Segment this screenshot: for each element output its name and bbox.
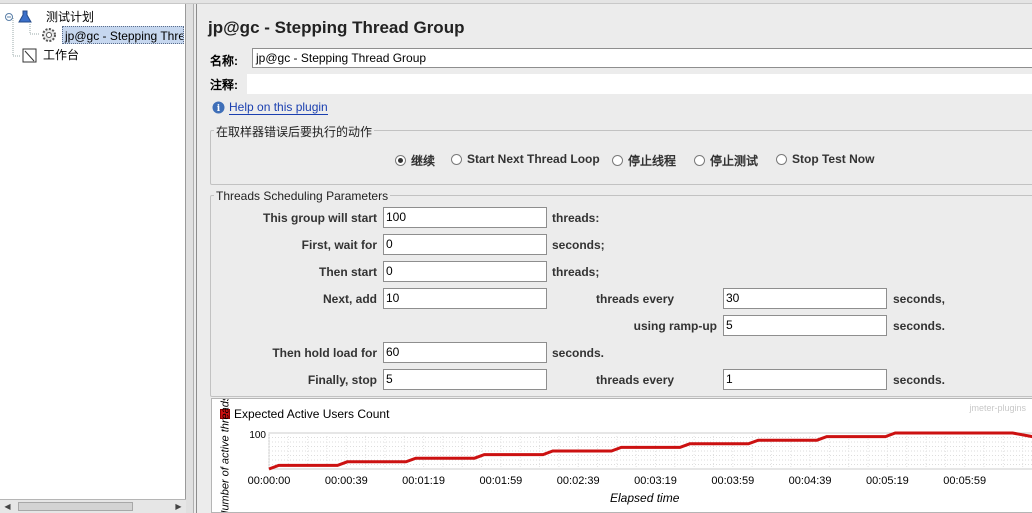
- radio-continue[interactable]: 继续: [395, 152, 435, 169]
- help-link-row[interactable]: i Help on this plugin: [212, 100, 328, 115]
- next-add-label: Next, add: [322, 292, 377, 306]
- tree-horizontal-scrollbar[interactable]: ◀ ▶: [0, 499, 186, 513]
- then-start-label: Then start: [318, 265, 377, 279]
- tree-node-workbench[interactable]: 工作台: [22, 46, 79, 64]
- pane-splitter[interactable]: [186, 4, 194, 513]
- x-tick-label: 00:05:59: [943, 475, 986, 487]
- ramp-up-label: using ramp-up: [633, 319, 717, 333]
- tree-label-thread-group[interactable]: jp@gc - Stepping Thre: [62, 26, 184, 44]
- x-tick-label: 00:03:59: [711, 475, 754, 487]
- scroll-left-icon[interactable]: ◀: [1, 501, 14, 513]
- error-action-legend: 在取样器错误后要执行的动作: [214, 123, 375, 140]
- finally-every-suffix: seconds.: [893, 373, 946, 387]
- radio-stop-thread[interactable]: 停止线程: [612, 152, 676, 169]
- x-tick-label: 00:00:00: [248, 475, 291, 487]
- x-tick-label: 00:03:19: [634, 475, 677, 487]
- scheduling-legend: Threads Scheduling Parameters: [214, 189, 391, 203]
- ramp-up-suffix: seconds.: [893, 319, 946, 333]
- y-tick-label: 100: [249, 430, 266, 441]
- info-icon: i: [212, 101, 225, 114]
- first-wait-input[interactable]: 0: [383, 234, 547, 255]
- workbench-icon: [22, 48, 37, 62]
- x-tick-label: 00:01:59: [479, 475, 522, 487]
- start-threads-input[interactable]: 100: [383, 207, 547, 228]
- ramp-up-input[interactable]: 5: [723, 315, 887, 336]
- help-link[interactable]: Help on this plugin: [229, 100, 328, 115]
- next-add-input[interactable]: 10: [383, 288, 547, 309]
- expected-users-chart: jmeter-plugins Expected Active Users Cou…: [211, 398, 1032, 513]
- finally-every-label: threads every: [596, 373, 675, 387]
- comment-label: 注释:: [210, 78, 238, 92]
- radio-stop-test-now-label: Stop Test Now: [792, 152, 875, 166]
- tree-node-test-plan[interactable]: 测试计划: [4, 8, 94, 26]
- name-field[interactable]: jp@gc - Stepping Thread Group: [252, 48, 1032, 68]
- thread-group-panel: jp@gc - Stepping Thread Group 名称: jp@gc …: [196, 4, 1032, 513]
- scrollbar-thumb[interactable]: [18, 502, 133, 511]
- chart-xlabel: Elapsed time: [610, 491, 680, 505]
- radio-stop-test-now[interactable]: Stop Test Now: [776, 152, 874, 166]
- radio-stop-test-indicator[interactable]: [694, 155, 705, 166]
- finally-stop-label: Finally, stop: [307, 373, 377, 387]
- start-threads-label: This group will start: [262, 211, 377, 225]
- gear-icon: [42, 28, 56, 42]
- x-tick-label: 00:05:19: [866, 475, 909, 487]
- tree-node-thread-group[interactable]: jp@gc - Stepping Thre: [40, 26, 184, 44]
- radio-stop-thread-indicator[interactable]: [612, 155, 623, 166]
- radio-start-next-loop-label: Start Next Thread Loop: [467, 152, 600, 166]
- svg-text:i: i: [217, 104, 221, 114]
- threads-every-input[interactable]: 30: [723, 288, 887, 309]
- then-start-suffix: threads;: [552, 265, 600, 279]
- radio-start-next-loop-indicator[interactable]: [451, 153, 462, 165]
- x-tick-label: 00:02:39: [557, 475, 600, 487]
- comment-field[interactable]: [247, 74, 1032, 94]
- expand-toggle-icon[interactable]: [4, 12, 14, 22]
- x-tick-label: 00:01:19: [402, 475, 445, 487]
- start-threads-suffix: threads:: [552, 211, 600, 225]
- name-label: 名称:: [210, 54, 238, 68]
- then-start-input[interactable]: 0: [383, 261, 547, 282]
- finally-every-input[interactable]: 1: [723, 369, 887, 390]
- hold-load-label: Then hold load for: [272, 346, 377, 360]
- radio-continue-indicator[interactable]: [395, 155, 406, 166]
- flask-icon: [18, 10, 32, 23]
- finally-stop-input[interactable]: 5: [383, 369, 547, 390]
- radio-stop-thread-label: 停止线程: [628, 154, 677, 168]
- first-wait-suffix: seconds;: [552, 238, 605, 252]
- x-tick-label: 00:00:39: [325, 475, 368, 487]
- tree-label-workbench: 工作台: [43, 48, 80, 62]
- radio-continue-label: 继续: [411, 154, 436, 168]
- radio-stop-test-now-indicator[interactable]: [776, 153, 787, 165]
- threads-every-suffix: seconds,: [893, 292, 946, 306]
- page-title: jp@gc - Stepping Thread Group: [208, 18, 465, 37]
- hold-load-suffix: seconds.: [552, 346, 605, 360]
- tree-label-test-plan: 测试计划: [46, 10, 95, 24]
- test-plan-tree[interactable]: 测试计划 jp@gc - Stepping Thre 工作台: [0, 4, 186, 502]
- scroll-right-icon[interactable]: ▶: [172, 501, 185, 513]
- radio-stop-test-label: 停止测试: [710, 154, 759, 168]
- first-wait-label: First, wait for: [301, 238, 377, 252]
- radio-start-next-loop[interactable]: Start Next Thread Loop: [451, 152, 600, 166]
- hold-load-input[interactable]: 60: [383, 342, 547, 363]
- threads-every-label: threads every: [596, 292, 675, 306]
- x-tick-label: 00:04:39: [789, 475, 832, 487]
- radio-stop-test[interactable]: 停止测试: [694, 152, 758, 169]
